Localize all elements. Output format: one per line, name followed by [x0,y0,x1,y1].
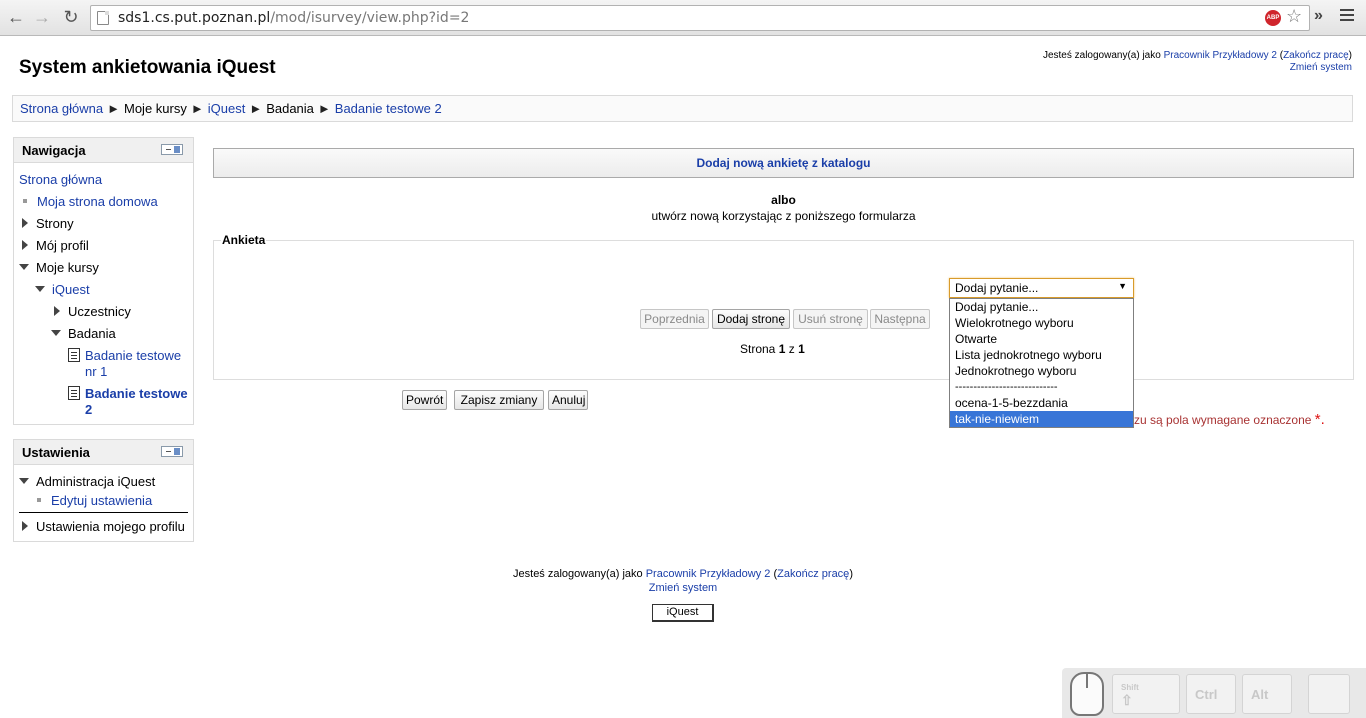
settings-item-admin[interactable]: Administracja iQuest [19,474,155,489]
mouse-icon [1070,672,1104,716]
footer-login-info: Jesteś zalogowany(a) jako Pracownik Przy… [513,568,853,594]
expand-arrow-icon[interactable] [22,218,28,228]
option-rating-1-5[interactable]: ocena-1-5-bezzdania [950,395,1133,411]
save-changes-button[interactable]: Zapisz zmiany [454,390,544,410]
adblock-icon[interactable]: ABP [1265,10,1281,26]
back-arrow-icon[interactable]: ← [6,7,26,27]
menu-icon[interactable] [1340,9,1354,24]
nav-item-profile[interactable]: Mój profil [22,238,89,253]
shift-key: Shift ⇧ [1112,674,1180,714]
logout-link[interactable]: Zakończ pracę [1283,50,1349,61]
browser-toolbar: ← → ↻ sds1.cs.put.poznan.pl/mod/isurvey/… [0,0,1366,36]
expand-arrow-icon[interactable] [22,521,28,531]
option-single-choice[interactable]: Jednokrotnego wyboru [950,363,1133,379]
blank-key [1308,674,1350,714]
bookmark-star-icon[interactable]: ☆ [1286,6,1302,27]
previous-page-button[interactable]: Poprzednia [640,309,709,329]
collapse-arrow-icon[interactable] [51,330,61,336]
collapse-arrow-icon[interactable] [19,478,29,484]
page-icon [97,11,109,25]
required-asterisk: *. [1314,411,1325,428]
breadcrumb-current[interactable]: Badanie testowe 2 [335,101,442,116]
footer-change-system-link[interactable]: Zmień system [649,582,717,594]
settings-item-profile[interactable]: Ustawienia mojego profilu [22,519,185,534]
option-separator: ---------------------------- [955,381,1058,393]
nav-item-survey-2[interactable]: Badanie testowe 2 [85,386,189,418]
survey-document-icon [68,348,80,362]
dropdown-arrow-icon: ▼ [1118,281,1127,291]
option-multiple-choice[interactable]: Wielokrotnego wyboru [950,315,1133,331]
delete-page-button[interactable]: Usuń stronę [793,309,868,329]
breadcrumb: Strona główna ► Moje kursy ► iQuest ► Badania ►… [12,95,1353,122]
nav-item-badania[interactable]: Badania [51,326,116,341]
option-open[interactable]: Otwarte [950,331,1133,347]
nav-item-my-courses[interactable]: Moje kursy [19,260,99,275]
option-yes-no-dontknow[interactable]: tak-nie-niewiem [950,411,1133,427]
add-page-button[interactable]: Dodaj stronę [712,309,790,329]
breadcrumb-home[interactable]: Strona główna [20,101,103,116]
expand-arrow-icon[interactable] [22,240,28,250]
breadcrumb-my-courses: Moje kursy [124,101,187,116]
option-single-choice-list[interactable]: Lista jednokrotnego wyboru [950,347,1133,363]
change-system-link[interactable]: Zmień system [1290,62,1352,73]
next-page-button[interactable]: Następna [870,309,930,329]
dock-block-icon[interactable] [161,446,183,457]
address-bar[interactable]: sds1.cs.put.poznan.pl/mod/isurvey/view.p… [90,5,1310,31]
keyboard-overlay: Shift ⇧ Ctrl Alt [1062,668,1366,718]
expand-arrow-icon[interactable] [54,306,60,316]
footer-user-link[interactable]: Pracownik Przykładowy 2 [646,568,771,580]
settings-block-header: Ustawienia [14,440,193,465]
collapse-arrow-icon[interactable] [35,286,45,292]
or-label: albo [771,193,796,207]
nav-item-participants[interactable]: Uczestnicy [54,304,131,319]
add-question-select[interactable]: Dodaj pytanie... ▼ [949,278,1134,298]
breadcrumb-iquest[interactable]: iQuest [208,101,246,116]
nav-item-iquest[interactable]: iQuest [35,282,90,297]
forward-arrow-icon[interactable]: → [32,7,52,27]
bullet-icon [23,199,27,203]
navigation-block-header: Nawigacja [14,138,193,163]
option-add-question[interactable]: Dodaj pytanie... [950,299,1133,315]
login-info: Jesteś zalogowany(a) jako Pracownik Przy… [1042,50,1352,73]
alt-key: Alt [1242,674,1292,714]
collapse-arrow-icon[interactable] [19,264,29,270]
ctrl-key: Ctrl [1186,674,1236,714]
site-title: System ankietowania iQuest [19,57,276,78]
nav-item-pages[interactable]: Strony [22,216,74,231]
reload-icon[interactable]: ↻ [61,7,81,27]
footer-home-button[interactable]: iQuest [652,604,714,622]
add-survey-from-catalog-button[interactable]: Dodaj nową ankietę z katalogu [213,148,1354,178]
nav-item-home[interactable]: Strona główna [19,172,102,187]
dock-block-icon[interactable] [161,144,183,155]
or-subtitle: utwórz nową korzystając z poniższego for… [651,209,916,223]
nav-item-survey-1[interactable]: Badanie testowe nr 1 [85,348,189,380]
cancel-button[interactable]: Anuluj [548,390,588,410]
page-indicator: Strona 1 z 1 [740,342,805,356]
question-type-dropdown: Dodaj pytanie... Wielokrotnego wyboru Ot… [949,298,1134,428]
bullet-icon [37,498,41,502]
extensions-chevron-icon[interactable]: » [1314,7,1323,25]
settings-item-edit[interactable]: Edytuj ustawienia [37,493,152,508]
required-fields-note: zu są pola wymagane oznaczone *. [1134,411,1325,428]
user-link[interactable]: Pracownik Przykładowy 2 [1164,50,1277,61]
footer-logout-link[interactable]: Zakończ pracę [777,568,849,580]
breadcrumb-badania: Badania [266,101,314,116]
url-text[interactable]: sds1.cs.put.poznan.pl/mod/isurvey/view.p… [118,10,469,26]
fieldset-legend: Ankieta [221,233,267,247]
divider [19,512,188,513]
shift-arrow-icon: ⇧ [1121,692,1133,708]
survey-document-icon [68,386,80,400]
nav-item-my-home[interactable]: Moja strona domowa [23,194,158,209]
back-button[interactable]: Powrót [402,390,447,410]
